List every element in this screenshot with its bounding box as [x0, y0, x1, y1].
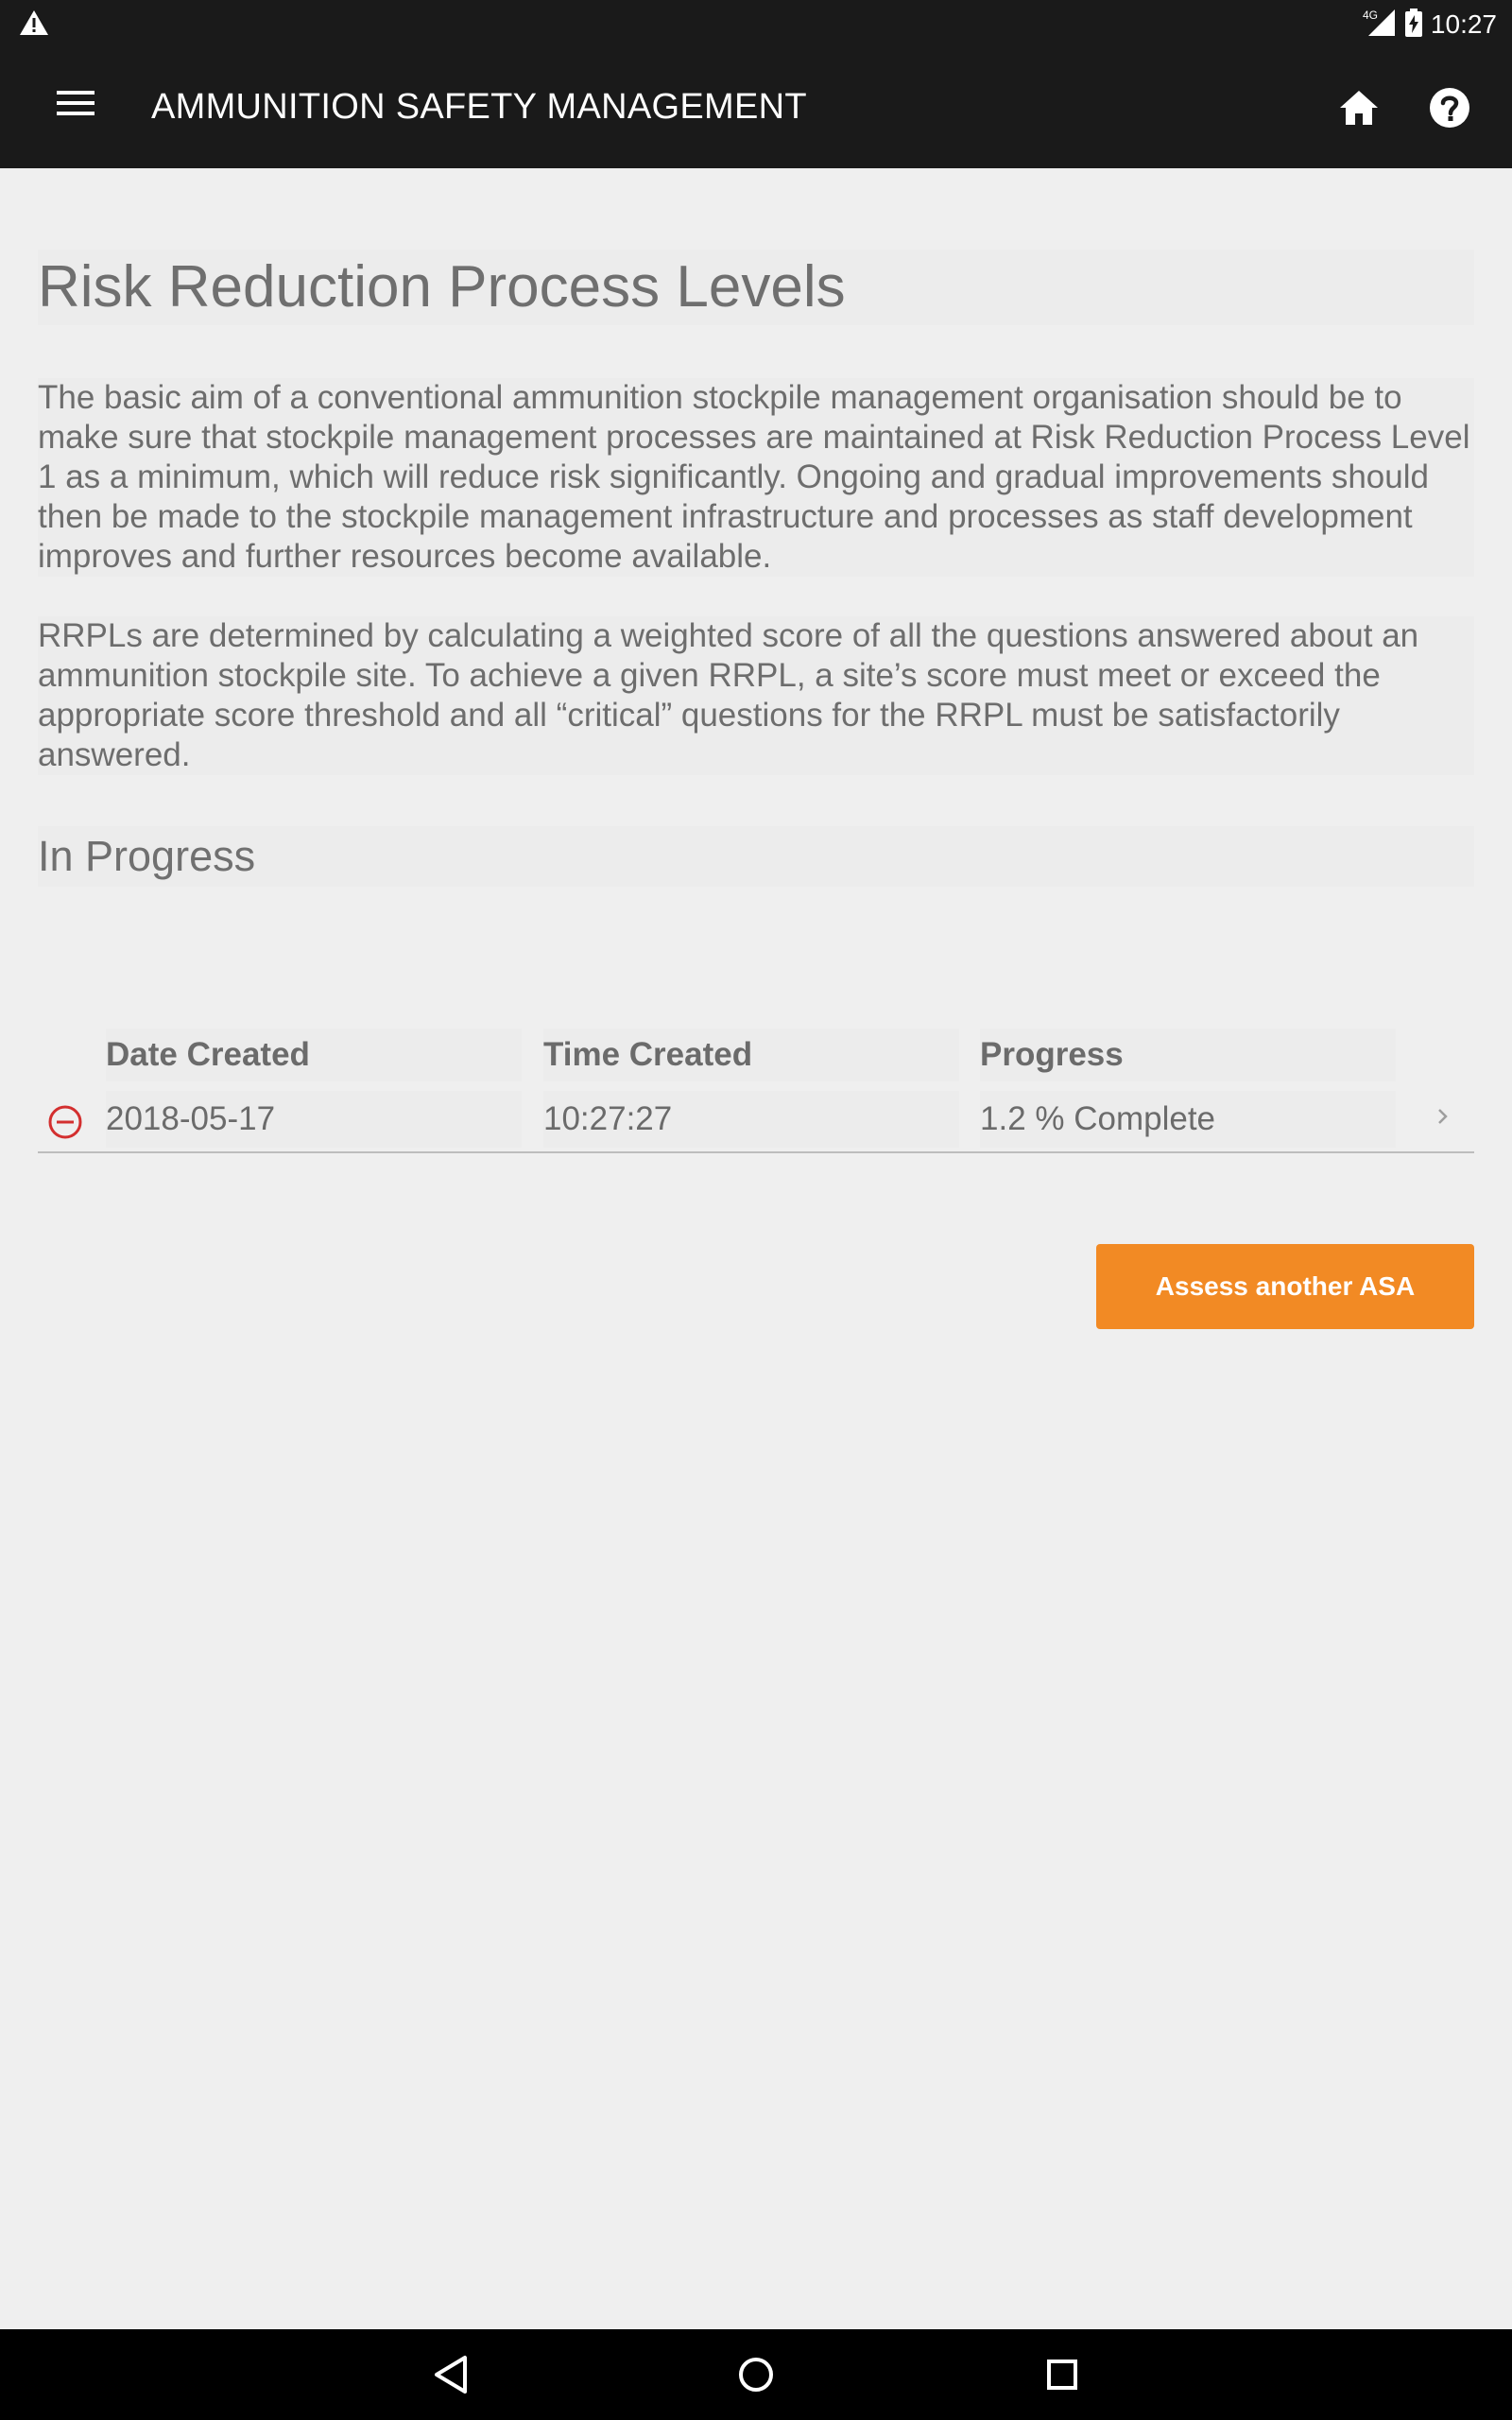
clock: 10:27	[1430, 9, 1497, 39]
table-header: Date Created Time Created Progress	[38, 1028, 1474, 1081]
system-navigation-bar	[0, 2329, 1512, 2420]
cell-date: 2018-05-17	[106, 1091, 522, 1148]
back-icon[interactable]	[433, 2354, 471, 2400]
app-bar: AMMUNITION SAFETY MANAGEMENT	[0, 47, 1512, 168]
header-progress: Progress	[980, 1028, 1396, 1081]
menu-icon[interactable]	[57, 89, 94, 122]
recent-apps-icon[interactable]	[1043, 2354, 1081, 2400]
home-icon[interactable]	[1338, 89, 1380, 131]
chevron-right-icon	[1435, 1102, 1452, 1135]
svg-text:4G: 4G	[1363, 9, 1378, 22]
help-icon[interactable]	[1429, 87, 1470, 133]
assess-another-asa-button[interactable]: Assess another ASA	[1096, 1244, 1474, 1329]
section-title-in-progress: In Progress	[38, 826, 1474, 887]
page-title: Risk Reduction Process Levels	[38, 250, 1474, 325]
app-title: AMMUNITION SAFETY MANAGEMENT	[151, 87, 807, 127]
signal-icon: 4G	[1363, 8, 1397, 43]
status-bar: 4G 10:27	[0, 0, 1512, 47]
header-time-created: Time Created	[543, 1028, 959, 1081]
intro-paragraph: The basic aim of a conventional ammuniti…	[38, 378, 1474, 577]
status-icons: 4G 10:27	[1363, 6, 1497, 43]
home-nav-icon[interactable]	[737, 2354, 775, 2400]
cell-time: 10:27:27	[543, 1091, 959, 1148]
remove-icon[interactable]	[47, 1104, 83, 1145]
warning-icon	[19, 9, 49, 41]
table-row[interactable]: 2018-05-17 10:27:27 1.2 % Complete	[38, 1091, 1474, 1153]
cell-progress: 1.2 % Complete	[980, 1091, 1396, 1148]
battery-charging-icon	[1404, 8, 1423, 42]
rrpl-paragraph: RRPLs are determined by calculating a we…	[38, 616, 1474, 775]
header-date-created: Date Created	[106, 1028, 522, 1081]
